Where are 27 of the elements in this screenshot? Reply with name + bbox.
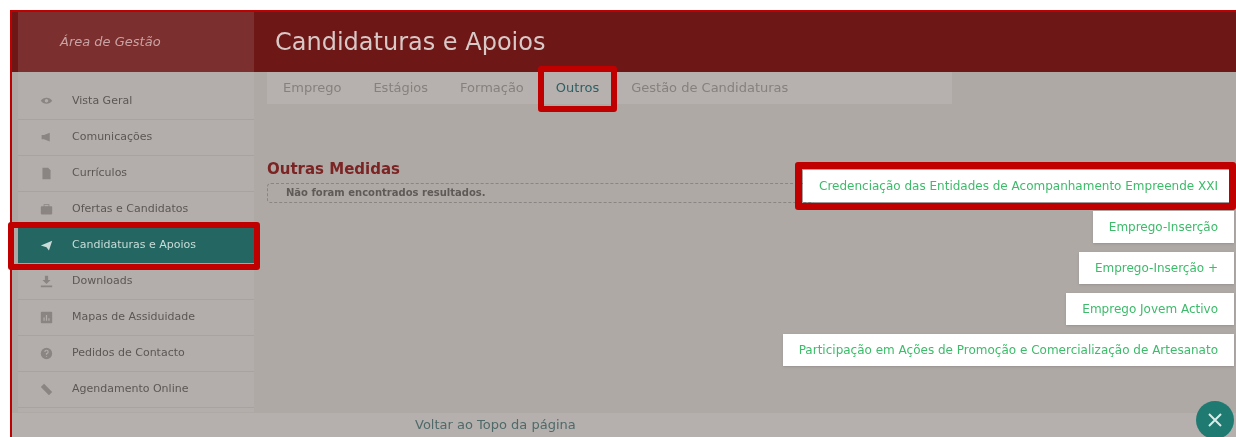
sidebar-item[interactable]: Agendamento Online [18, 372, 254, 408]
sidebar-item[interactable]: Currículos [18, 156, 254, 192]
close-button[interactable] [1196, 401, 1234, 437]
briefcase-icon [40, 203, 53, 216]
measure-button[interactable]: Participação em Ações de Promoção e Comercialização de Artesanato [782, 334, 1234, 366]
sidebar-item[interactable]: Candidaturas e Apoios [18, 228, 254, 264]
back-to-top-link[interactable]: Voltar ao Topo da página [415, 417, 576, 437]
sidebar-title: Área de Gestão [60, 33, 161, 52]
question-icon [40, 347, 53, 360]
measure-button[interactable]: Emprego-Inserção + [1078, 252, 1234, 284]
file-icon [40, 167, 53, 180]
close-icon [1207, 412, 1223, 428]
sidebar-item[interactable]: Pedidos de Contacto [18, 336, 254, 372]
sidebar-item[interactable]: Mapas de Assiduidade [18, 300, 254, 336]
sidebar-item[interactable]: Downloads [18, 264, 254, 300]
megaphone-icon [40, 131, 53, 144]
sidebar-item[interactable]: Comunicações [18, 120, 254, 156]
sidebar-item[interactable]: Vista Geral [18, 84, 254, 120]
page-title: Candidaturas e Apoios [275, 27, 546, 58]
measure-button[interactable]: Emprego Jovem Activo [1066, 293, 1234, 325]
tab[interactable]: Outros [539, 72, 616, 104]
ticket-icon [40, 383, 53, 396]
download-icon [40, 275, 53, 288]
plane-icon [40, 239, 53, 252]
measure-button[interactable]: Emprego-Inserção [1092, 211, 1234, 243]
chart-icon [40, 311, 53, 324]
section-heading: Outras Medidas [267, 159, 402, 180]
